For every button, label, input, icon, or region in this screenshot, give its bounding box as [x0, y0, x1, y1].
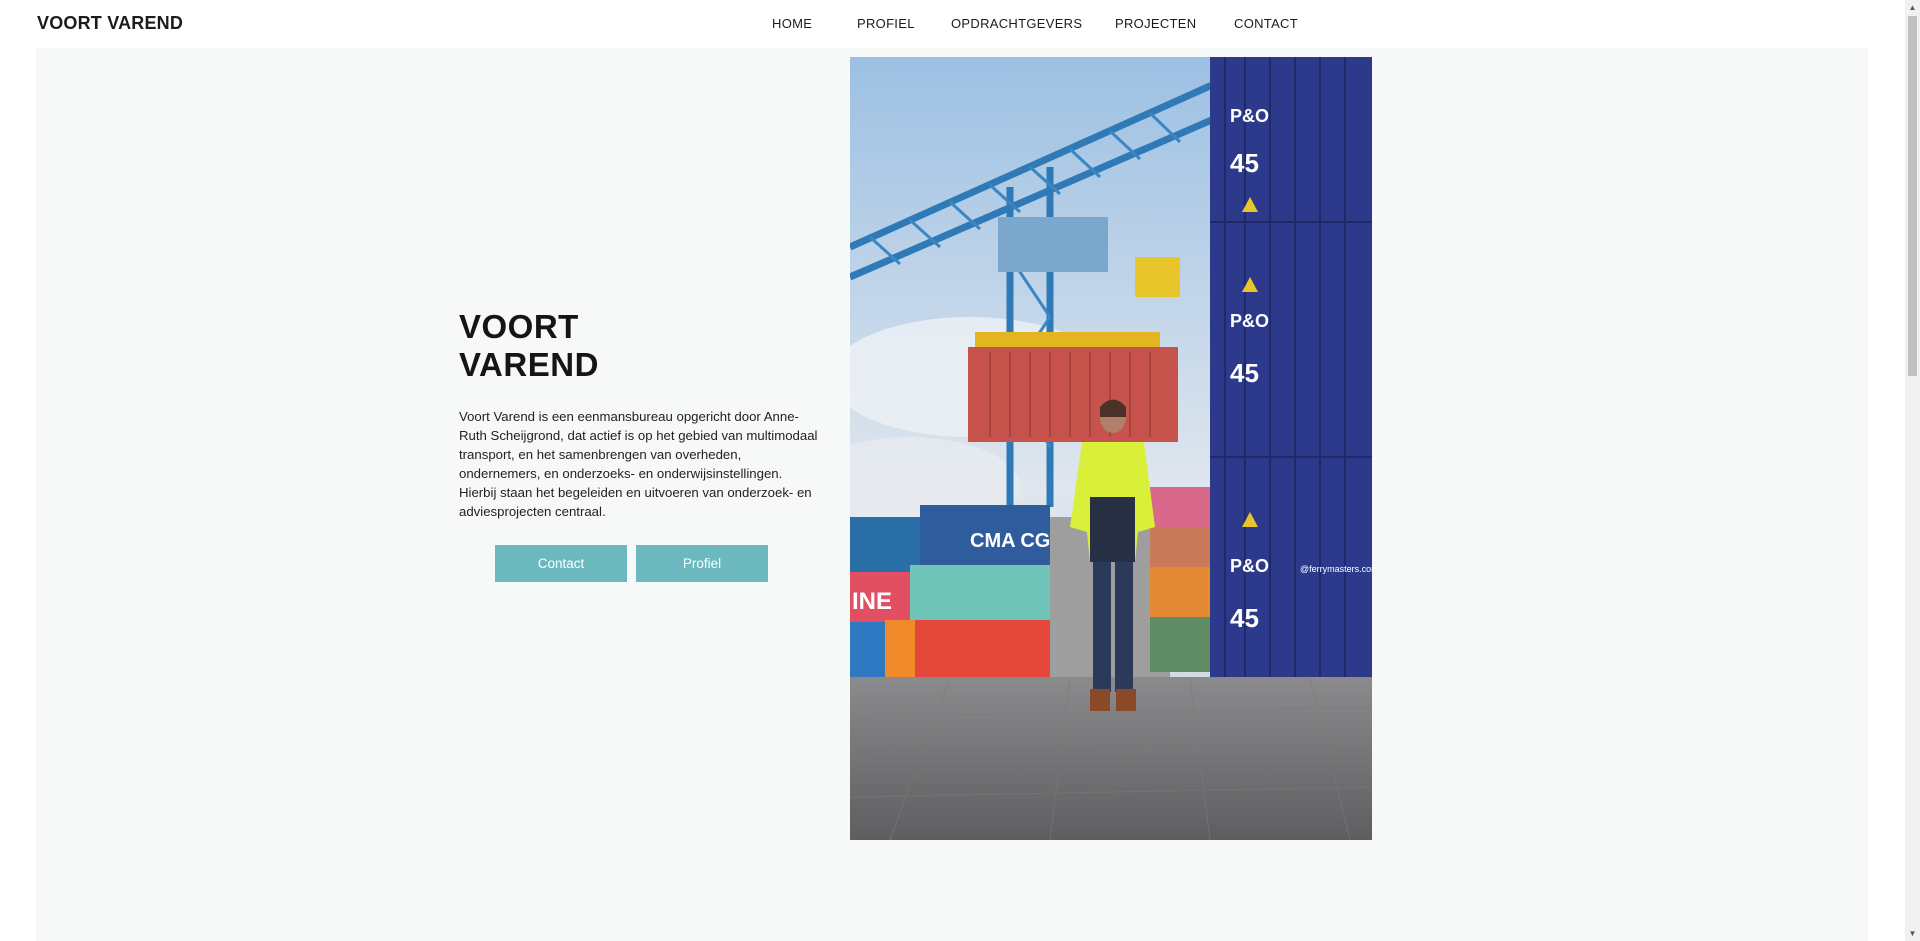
nav-opdrachtgevers[interactable]: OPDRACHTGEVERS — [951, 16, 1082, 31]
site-header: VOORT VAREND HOME PROFIEL OPDRACHTGEVERS… — [0, 0, 1905, 48]
hero-title-line1: VOORT — [459, 308, 579, 345]
svg-text:45: 45 — [1230, 148, 1259, 178]
photo-text-po-1: P&O — [1230, 106, 1269, 126]
page-scrollbar[interactable]: ▲ ▼ — [1905, 0, 1920, 941]
profiel-button[interactable]: Profiel — [636, 545, 768, 582]
chevron-up-icon[interactable]: ▲ — [1905, 0, 1920, 15]
svg-text:@ferrymasters.com: @ferrymasters.com — [1300, 564, 1372, 574]
svg-text:P&O: P&O — [1230, 311, 1269, 331]
port-photo: CMA CGM INE P&O 45 P&O 45 P&O 45 @ferrym… — [850, 57, 1372, 840]
svg-text:INE: INE — [852, 588, 892, 615]
svg-text:45: 45 — [1230, 603, 1259, 633]
scroll-thumb[interactable] — [1908, 16, 1917, 376]
main-nav: HOME PROFIEL OPDRACHTGEVERS PROJECTEN CO… — [0, 16, 1905, 34]
svg-text:P&O: P&O — [1230, 556, 1269, 576]
hero-title-line2: VAREND — [459, 346, 599, 383]
chevron-down-icon[interactable]: ▼ — [1905, 926, 1920, 941]
nav-home[interactable]: HOME — [772, 16, 812, 31]
contact-button[interactable]: Contact — [495, 545, 627, 582]
hero-description: Voort Varend is een eenmansbureau opgeri… — [459, 409, 818, 519]
svg-text:45: 45 — [1230, 358, 1259, 388]
nav-profiel[interactable]: PROFIEL — [857, 16, 915, 31]
nav-contact[interactable]: CONTACT — [1234, 16, 1298, 31]
nav-projecten[interactable]: PROJECTEN — [1115, 16, 1196, 31]
hero-photo: CMA CGM INE P&O 45 P&O 45 P&O 45 @ferrym… — [850, 57, 1372, 840]
hero-title: VOORT VAREND — [459, 308, 779, 384]
